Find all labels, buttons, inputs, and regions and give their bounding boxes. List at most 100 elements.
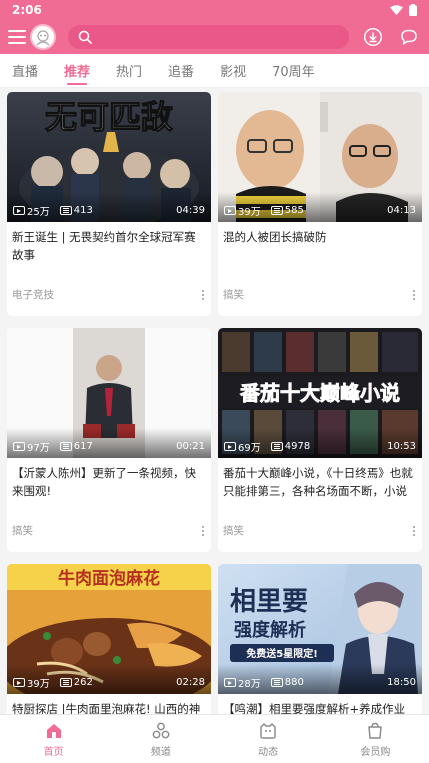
play-count-icon: [13, 442, 25, 451]
danmaku-count: 585: [284, 205, 304, 216]
view-count: 69万: [238, 443, 261, 454]
wifi-icon: [390, 4, 403, 15]
danmaku-icon: [59, 442, 72, 451]
video-duration: 02:28: [176, 677, 205, 688]
bottom-navigation: 首页 频道 动态 会员购: [0, 714, 429, 763]
dynamic-icon: [260, 722, 276, 739]
tab-live[interactable]: 直播: [12, 54, 38, 88]
nav-dynamic-label: 动态: [258, 746, 279, 758]
nav-channel-label: 频道: [150, 746, 171, 758]
category-tabs: 直播 推荐 热门 追番 影视 70周年: [0, 54, 429, 88]
view-count: 28万: [238, 679, 261, 690]
video-category: 搞笑: [12, 525, 33, 537]
tab-recommend[interactable]: 推荐: [64, 54, 90, 88]
thumb-title-text: 牛肉面泡麻花: [58, 568, 160, 589]
play-count-icon: [13, 678, 25, 687]
danmaku-count: 880: [284, 677, 304, 688]
avatar[interactable]: [29, 24, 56, 50]
view-count: 97万: [27, 443, 50, 454]
top-header: [0, 20, 429, 54]
search-input[interactable]: [97, 30, 350, 44]
search-bar[interactable]: [67, 25, 350, 49]
more-options-icon[interactable]: [201, 289, 205, 300]
video-title[interactable]: 【鸣潮】相里要强度解析+养成作业 声: [218, 694, 422, 714]
tab-movies[interactable]: 影视: [220, 54, 246, 88]
message-icon: [401, 29, 417, 45]
video-category: 搞笑: [223, 289, 244, 301]
video-thumbnail: 97万 617 00:21: [7, 328, 211, 458]
video-title[interactable]: 混的人被团长搞破防: [218, 222, 422, 266]
play-count-icon: [13, 206, 25, 215]
play-count-icon: [224, 678, 236, 687]
video-thumbnail: 牛肉面泡麻花 39万 262 02:28: [7, 564, 211, 694]
menu-icon[interactable]: [8, 30, 26, 44]
video-card[interactable]: 牛肉面泡麻花 39万 262 02:28 特厨探店 |牛肉面里泡麻花! 山西的神…: [7, 564, 211, 714]
svg-text:强度解析: 强度解析: [234, 619, 306, 641]
video-thumbnail: 无可匹敌 25万 413 04:39: [7, 92, 211, 222]
svg-text:免费送5星限定!: 免费送5星限定!: [246, 647, 318, 660]
video-card[interactable]: 相里要 强度解析 免费送5星限定! 28万 880 18:50 【鸣潮】相里要强…: [218, 564, 422, 714]
more-options-icon[interactable]: [412, 525, 416, 536]
thumb-title-text: 相里要 强度解析 免费送5星限定!: [230, 587, 334, 662]
video-duration: 18:50: [387, 677, 416, 688]
svg-text:番茄十大巅峰小说: 番茄十大巅峰小说: [239, 381, 400, 405]
nav-shop[interactable]: 会员购: [322, 715, 429, 763]
svg-text:无可匹敌: 无可匹敌: [45, 98, 173, 136]
danmaku-count: 617: [73, 441, 93, 452]
nav-shop-label: 会员购: [360, 746, 391, 758]
view-count: 39万: [27, 679, 50, 690]
video-thumbnail: 相里要 强度解析 免费送5星限定! 28万 880 18:50: [218, 564, 422, 694]
video-card[interactable]: 无可匹敌 25万 413 04:39 新王诞生 | 无畏契约首尔全球冠军赛故事 …: [7, 92, 211, 316]
play-count-icon: [224, 442, 236, 451]
nav-home-label: 首页: [43, 746, 64, 758]
video-title[interactable]: 番茄十大巅峰小说，《十日终焉》也就只能排第三，各种名场面不断，小说这: [218, 458, 422, 502]
tab-anime[interactable]: 追番: [168, 54, 194, 88]
video-card[interactable]: 39万 585 04:13 混的人被团长搞破防 搞笑: [218, 92, 422, 316]
video-duration: 04:39: [176, 205, 205, 216]
shop-icon: [368, 722, 383, 739]
battery-icon: [409, 4, 417, 16]
status-bar: 2:06: [0, 0, 429, 20]
video-title[interactable]: 【沂蒙人陈州】更新了一条视频，快来围观!: [7, 458, 211, 502]
more-options-icon[interactable]: [412, 289, 416, 300]
video-card[interactable]: 番茄十大巅峰小说 69万 4978 10:53 番茄十大巅峰小说，《十日终焉》也…: [218, 328, 422, 552]
video-duration: 10:53: [387, 441, 416, 452]
svg-text:牛肉面泡麻花: 牛肉面泡麻花: [58, 568, 160, 589]
download-button[interactable]: [361, 25, 385, 49]
download-icon: [364, 27, 383, 47]
nav-channel[interactable]: 频道: [107, 715, 214, 763]
more-options-icon[interactable]: [201, 525, 205, 536]
video-category: 搞笑: [223, 525, 244, 537]
danmaku-count: 413: [73, 205, 93, 216]
video-thumbnail: 番茄十大巅峰小说 69万 4978 10:53: [218, 328, 422, 458]
danmaku-count: 262: [73, 677, 93, 688]
thumb-title-text: 无可匹敌: [44, 97, 173, 136]
search-icon: [78, 30, 92, 44]
danmaku-icon: [59, 678, 72, 687]
video-duration: 00:21: [176, 441, 205, 452]
video-duration: 04:13: [387, 205, 416, 216]
home-icon: [46, 723, 61, 738]
video-thumbnail: 39万 585 04:13: [218, 92, 422, 222]
danmaku-icon: [59, 206, 72, 215]
nav-home[interactable]: 首页: [0, 715, 107, 763]
danmaku-icon: [270, 206, 283, 215]
view-count: 39万: [238, 207, 261, 218]
danmaku-count: 4978: [284, 441, 311, 452]
svg-text:相里要: 相里要: [230, 587, 308, 617]
video-title[interactable]: 特厨探店 |牛肉面里泡麻花! 山西的神奇: [7, 694, 211, 714]
thumb-title-text: 番茄十大巅峰小说: [239, 381, 401, 406]
status-time: 2:06: [12, 3, 42, 17]
video-card[interactable]: 97万 617 00:21 【沂蒙人陈州】更新了一条视频，快来围观! 搞笑: [7, 328, 211, 552]
play-count-icon: [224, 206, 236, 215]
video-feed: 无可匹敌 25万 413 04:39 新王诞生 | 无畏契约首尔全球冠军赛故事 …: [7, 92, 422, 714]
view-count: 25万: [27, 207, 50, 218]
video-title[interactable]: 新王诞生 | 无畏契约首尔全球冠军赛故事: [7, 222, 211, 266]
channel-icon: [152, 722, 170, 738]
tab-hot[interactable]: 热门: [116, 54, 142, 88]
nav-dynamic[interactable]: 动态: [215, 715, 322, 763]
tab-70th-anniversary[interactable]: 70周年: [272, 54, 315, 88]
video-category: 电子竞技: [12, 289, 54, 301]
message-button[interactable]: [397, 25, 421, 49]
danmaku-icon: [270, 442, 283, 451]
